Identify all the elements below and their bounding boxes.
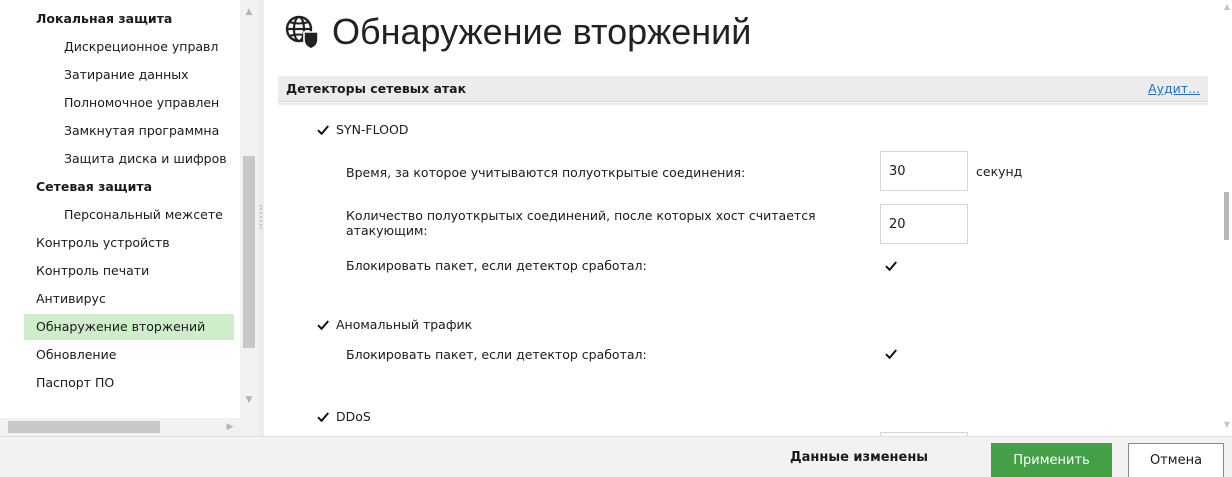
nav-item-mandatory-control[interactable]: Полномочное управлен [24,90,234,116]
scroll-down-arrow-icon[interactable]: ▼ [1222,420,1232,429]
anomalous-traffic-checkbox[interactable] [316,318,330,332]
anomalous-block-checkbox[interactable] [884,347,898,361]
scroll-right-arrow-icon[interactable]: ▶ [220,418,240,436]
checkmark-icon [317,412,329,423]
scroll-up-arrow-icon[interactable]: ▲ [1222,2,1232,11]
nav-item-antivirus[interactable]: Антивирус [24,286,234,312]
nav-item-closed-software-env[interactable]: Замкнутая программна [24,118,234,144]
anomalous-block-label: Блокировать пакет, если детектор сработа… [346,347,647,362]
apply-button[interactable]: Применить [991,443,1112,477]
navigation-tree: Локальная защита Дискреционное управл За… [24,0,234,416]
anomalous-traffic-label: Аномальный трафик [336,317,473,332]
audit-link[interactable]: Аудит... [1148,76,1200,102]
section-header-shadow [278,103,1208,106]
nav-item-update[interactable]: Обновление [24,342,234,368]
section-header: Детекторы сетевых атак Аудит... [278,76,1208,102]
ddos-checkbox[interactable] [316,410,330,424]
scrollbar-corner [240,418,258,436]
syn-flood-label: SYN-FLOOD [336,122,409,137]
nav-item-data-wiping[interactable]: Затирание данных [24,62,234,88]
ddos-label: DDoS [336,409,371,424]
content-vertical-scrollbar[interactable]: ▲ ▼ [1222,0,1232,436]
page-title: Обнаружение вторжений [332,11,752,52]
nav-vertical-scroll-thumb[interactable] [243,156,255,348]
footer-bar: Данные изменены Применить Отмена [0,436,1232,477]
checkmark-icon [317,125,329,136]
nav-item-software-passport[interactable]: Паспорт ПО [24,370,234,396]
nav-item-personal-firewall[interactable]: Персональный межсете [24,202,234,228]
scroll-down-arrow-icon[interactable]: ▼ [240,392,258,408]
nav-item-network-protection[interactable]: Сетевая защита [24,174,234,200]
cancel-button[interactable]: Отмена [1128,443,1224,477]
nav-item-device-control[interactable]: Контроль устройств [24,230,234,256]
nav-item-disk-encryption[interactable]: Защита диска и шифров [24,146,234,172]
half-open-time-label: Время, за которое учитываются полуоткрыт… [346,165,746,180]
section-title: Детекторы сетевых атак [286,81,467,96]
nav-vertical-scrollbar[interactable]: ▲ ▼ [240,0,258,418]
nav-item-discretionary-control[interactable]: Дискреционное управл [24,34,234,60]
syn-flood-block-checkbox[interactable] [884,259,898,273]
half-open-count-input[interactable] [880,204,968,244]
half-open-time-unit: секунд [976,164,1023,179]
checkmark-icon [317,320,329,331]
nav-horizontal-scrollbar[interactable]: ▶ [0,418,240,436]
syn-flood-block-label: Блокировать пакет, если детектор сработа… [346,258,647,273]
globe-shield-icon [284,14,320,50]
nav-item-intrusion-detection[interactable]: Обнаружение вторжений [24,314,234,340]
page-header: Обнаружение вторжений [284,8,751,56]
status-text: Данные изменены [790,450,929,465]
syn-flood-checkbox[interactable] [316,123,330,137]
scroll-up-arrow-icon[interactable]: ▲ [240,4,258,20]
navigation-pane: Локальная защита Дискреционное управл За… [0,0,262,436]
checkmark-icon [885,261,897,272]
half-open-count-label: Количество полуоткрытых соединений, посл… [346,208,816,238]
nav-item-local-protection[interactable]: Локальная защита [24,6,234,32]
nav-horizontal-scroll-thumb[interactable] [8,421,160,433]
main-content: Обнаружение вторжений Детекторы сетевых … [264,0,1232,436]
half-open-time-input[interactable] [880,151,968,191]
checkmark-icon [885,349,897,360]
nav-item-print-control[interactable]: Контроль печати [24,258,234,284]
content-vertical-scroll-thumb[interactable] [1224,192,1229,240]
splitter-grip-icon [260,205,262,229]
